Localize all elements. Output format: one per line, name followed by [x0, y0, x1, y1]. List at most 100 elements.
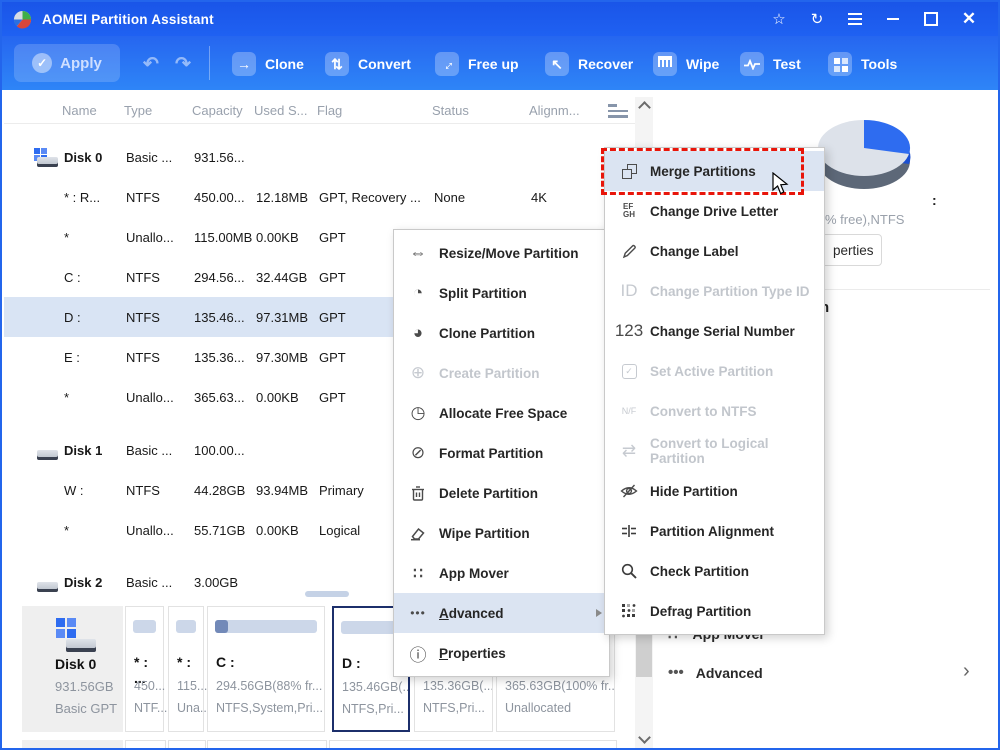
convert-icon: ⇅: [325, 52, 349, 76]
partition-block-c[interactable]: C : 294.56GB(88% fr... NTFS,System,Pri..…: [207, 606, 325, 732]
menu-label: Change Drive Letter: [650, 203, 779, 219]
test-button[interactable]: Test: [740, 52, 801, 76]
menu-label: Convert to NTFS: [650, 403, 757, 419]
menu-label: Convert to Logical Partition: [650, 436, 769, 466]
advanced-submenu: Merge Partitions EF GH Change Drive Lette…: [604, 147, 825, 635]
menu-item-format[interactable]: ⊘ Format Partition: [394, 433, 609, 473]
alignment-icon: [618, 524, 640, 538]
table-row-recovery[interactable]: * : R... NTFS 450.00... 12.18MB GPT, Rec…: [4, 177, 635, 217]
cell-name: C :: [64, 269, 81, 285]
resize-move-icon: ⇔: [409, 243, 427, 262]
submenu-item-merge[interactable]: Merge Partitions: [605, 151, 824, 191]
window-title: AOMEI Partition Assistant: [42, 11, 214, 27]
partition-fs: NTFS,Pri...: [342, 702, 404, 716]
cell-status: None: [434, 189, 466, 205]
menu-label: Partition Alignment: [650, 523, 774, 539]
tools-button[interactable]: Tools: [828, 52, 897, 76]
favorite-star-icon[interactable]: ☆: [760, 2, 798, 36]
col-header-status[interactable]: Status: [432, 99, 469, 121]
submenu-item-hide[interactable]: Hide Partition: [605, 471, 824, 511]
sidebar-advanced-item[interactable]: ••• Advanced: [668, 664, 763, 681]
defrag-icon: [618, 603, 640, 619]
submenu-item-serial-number[interactable]: 123 Change Serial Number: [605, 311, 824, 351]
type-id-icon: ID: [620, 281, 638, 300]
usage-bar: [176, 620, 196, 633]
menu-item-delete[interactable]: Delete Partition: [394, 473, 609, 513]
col-header-used[interactable]: Used S...: [254, 99, 307, 121]
cell-type: NTFS: [126, 482, 160, 498]
apply-button[interactable]: ✓ Apply: [14, 44, 120, 82]
cell-type: Basic ...: [126, 149, 173, 165]
disk0-info-block[interactable]: Disk 0 931.56GB Basic GPT: [22, 606, 123, 732]
cell-name: Disk 1: [64, 442, 103, 458]
menu-label: Format Partition: [439, 445, 544, 461]
menu-label: Advanced: [439, 605, 504, 621]
submenu-item-defrag[interactable]: Defrag Partition: [605, 591, 824, 631]
menu-item-properties[interactable]: ⓘ Properties: [394, 633, 609, 673]
menu-label: Create Partition: [439, 365, 540, 381]
col-header-align[interactable]: Alignm...: [529, 99, 580, 121]
col-header-name[interactable]: Name: [62, 99, 97, 121]
hamburger-menu-icon[interactable]: [836, 2, 874, 36]
table-row-disk0[interactable]: Disk 0 Basic ... 931.56...: [4, 137, 635, 177]
submenu-item-drive-letter[interactable]: EF GH Change Drive Letter: [605, 191, 824, 231]
cell-used: 32.44GB: [256, 269, 308, 285]
col-header-flag[interactable]: Flag: [317, 99, 342, 121]
recover-button[interactable]: ↖ Recover: [545, 52, 633, 76]
cell-name: Disk 2: [64, 574, 103, 590]
redo-button[interactable]: ↷: [175, 53, 191, 76]
recover-icon: ↖: [545, 52, 569, 76]
free-up-button[interactable]: ↔ Free up: [435, 52, 519, 76]
menu-item-clone[interactable]: ◕ Clone Partition: [394, 313, 609, 353]
menu-item-resize-move[interactable]: ⇔ Resize/Move Partition: [394, 233, 609, 273]
scroll-up-icon[interactable]: [638, 101, 651, 114]
clone-button[interactable]: → Clone: [232, 52, 304, 76]
partition-block-unalloc-small[interactable]: * : 115.... Una...: [168, 606, 211, 732]
partition-block-recovery[interactable]: * : ... 450... NTF...: [125, 606, 167, 732]
menu-label: Set Active Partition: [650, 363, 774, 379]
scroll-down-icon[interactable]: [638, 731, 651, 744]
col-header-type[interactable]: Type: [124, 99, 152, 121]
minimize-button[interactable]: [874, 2, 912, 36]
cell-used: 97.31MB: [256, 309, 309, 325]
menu-item-split[interactable]: ◔ Split Partition: [394, 273, 609, 313]
convert-button[interactable]: ⇅ Convert: [325, 52, 411, 76]
submenu-item-alignment[interactable]: Partition Alignment: [605, 511, 824, 551]
menu-label: Change Serial Number: [650, 323, 795, 339]
col-header-capacity[interactable]: Capacity: [192, 99, 243, 121]
partition-size: 115....: [177, 679, 211, 693]
cell-type: Unallo...: [126, 229, 174, 245]
menu-item-app-mover[interactable]: ∷ App Mover: [394, 553, 609, 593]
cell-flag: GPT: [319, 229, 346, 245]
cell-used: 93.94MB: [256, 482, 309, 498]
serial-number-icon: 123: [614, 321, 644, 340]
cell-name: *: [64, 389, 70, 405]
menu-item-advanced[interactable]: ••• Advanced: [394, 593, 609, 633]
maximize-button[interactable]: [912, 2, 950, 36]
undo-button[interactable]: ↶: [143, 53, 159, 76]
partition-fs: Una...: [177, 701, 211, 715]
horizontal-scrollbar-thumb[interactable]: [305, 591, 349, 597]
cell-flag: Logical: [319, 522, 361, 538]
column-settings-icon[interactable]: [608, 104, 628, 121]
submenu-item-check[interactable]: Check Partition: [605, 551, 824, 591]
disk-name: Disk 0: [55, 656, 97, 672]
menu-item-allocate[interactable]: ◷ Allocate Free Space: [394, 393, 609, 433]
partition-size: 294.56GB(88% fr...: [216, 679, 323, 693]
menu-label: Properties: [439, 645, 506, 661]
clone-label: Clone: [265, 56, 304, 72]
menu-label: Clone Partition: [439, 325, 536, 341]
menu-item-wipe[interactable]: Wipe Partition: [394, 513, 609, 553]
split-partition-icon: ◔: [412, 283, 424, 302]
partition-fs: NTFS,Pri...: [423, 701, 485, 715]
wipe-button[interactable]: Wipe: [653, 52, 719, 76]
refresh-sync-icon[interactable]: ↻: [798, 2, 836, 36]
submenu-item-change-label[interactable]: Change Label: [605, 231, 824, 271]
submenu-arrow-icon: [596, 609, 602, 617]
chevron-right-icon[interactable]: ›: [963, 660, 970, 683]
usage-bar: [215, 620, 317, 633]
cell-name: E :: [64, 349, 80, 365]
free-up-icon: ↔: [435, 52, 459, 76]
close-button[interactable]: ✕: [950, 2, 988, 36]
partition-block-partial: [168, 740, 206, 748]
